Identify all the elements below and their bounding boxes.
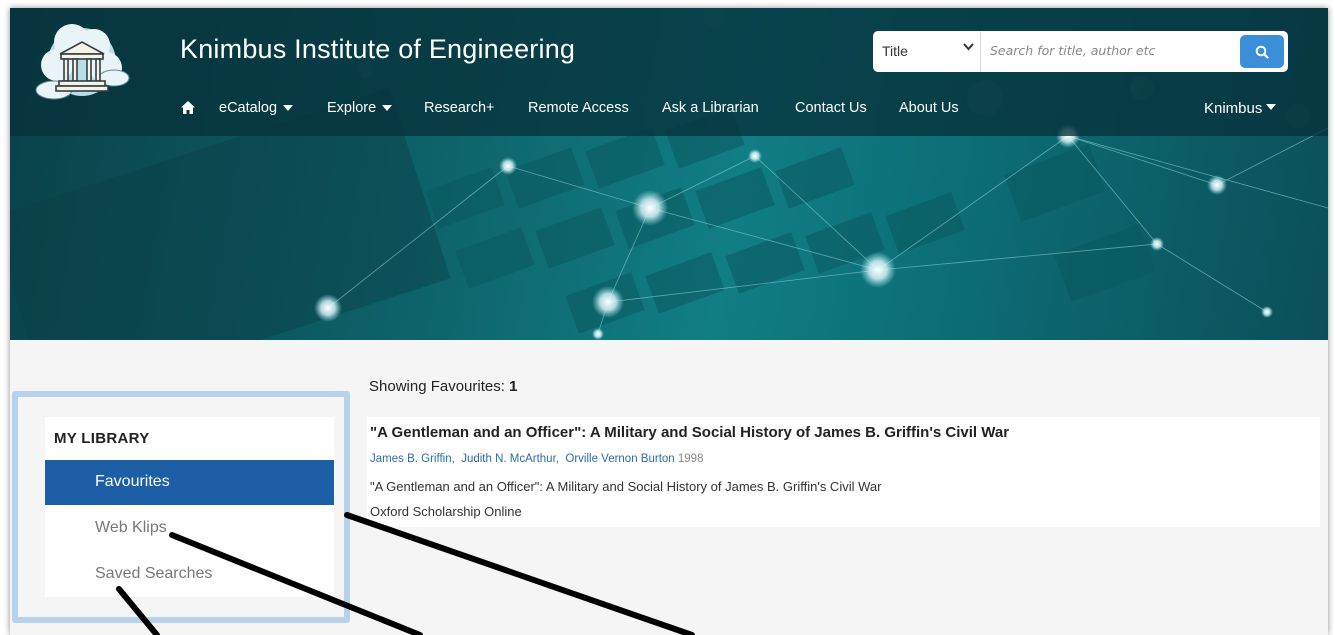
author-link[interactable]: Orville Vernon Burton <box>565 453 674 465</box>
author-separator: , <box>451 453 462 465</box>
nav-contact-us[interactable]: Contact Us <box>795 100 867 116</box>
home-icon[interactable] <box>181 101 195 118</box>
user-menu-label: Knimbus <box>1204 100 1263 117</box>
sidebar-item-favourites[interactable]: Favourites <box>45 460 334 505</box>
search-bar: Title Search for title, author etc <box>873 31 1288 72</box>
search-button[interactable] <box>1240 35 1284 68</box>
nav-explore[interactable]: Explore <box>327 100 393 116</box>
sidebar-item-web-klips[interactable]: Web Klips <box>45 506 334 551</box>
author-link[interactable]: James B. Griffin <box>370 453 452 465</box>
result-title[interactable]: "A Gentleman and an Officer": A Military… <box>370 424 1009 441</box>
nav-explore-label: Explore <box>327 100 377 116</box>
navbar <box>10 8 1328 136</box>
header-banner: Knimbus Institute of Engineering Title S… <box>10 8 1328 340</box>
nav-research-plus[interactable]: Research+ <box>424 100 495 116</box>
result-year: 1998 <box>677 453 704 465</box>
search-field-select[interactable]: Title <box>873 31 981 72</box>
results-count-value: 1 <box>509 378 518 395</box>
sidebar-item-label: Web Klips <box>95 519 167 536</box>
sidebar-item-saved-searches[interactable]: Saved Searches <box>45 552 334 597</box>
result-description: "A Gentleman and an Officer": A Military… <box>370 479 882 494</box>
my-library-sidebar: MY LIBRARY Favourites Web Klips Saved Se… <box>45 417 334 597</box>
caret-down-icon <box>283 105 294 112</box>
sidebar-heading: MY LIBRARY <box>54 430 150 447</box>
nav-ecatalog-label: eCatalog <box>219 100 278 116</box>
sidebar-item-label: Saved Searches <box>95 565 213 582</box>
search-input[interactable]: Search for title, author etc <box>990 43 1155 58</box>
author-separator: , <box>555 453 566 465</box>
caret-down-icon <box>382 105 393 112</box>
results-count-label: Showing Favourites: <box>369 378 505 395</box>
nav-ecatalog[interactable]: eCatalog <box>219 100 294 116</box>
result-card: "A Gentleman and an Officer": A Military… <box>367 417 1320 527</box>
search-icon <box>1255 45 1269 59</box>
page-frame: Knimbus Institute of Engineering Title S… <box>10 8 1328 635</box>
author-link[interactable]: Judith N. McArthur <box>461 453 556 465</box>
nav-ask-a-librarian[interactable]: Ask a Librarian <box>662 100 759 116</box>
sidebar-item-label: Favourites <box>95 473 170 490</box>
nav-about-us[interactable]: About Us <box>899 100 959 116</box>
nav-remote-access[interactable]: Remote Access <box>528 100 629 116</box>
search-field-value: Title <box>882 43 908 59</box>
chevron-down-icon <box>963 43 974 54</box>
result-authors: James B. Griffin, Judith N. McArthur, Or… <box>370 453 703 465</box>
institute-logo[interactable] <box>32 20 132 110</box>
user-menu[interactable]: Knimbus <box>1204 100 1277 117</box>
caret-down-icon <box>1266 104 1277 111</box>
result-source: Oxford Scholarship Online <box>370 504 522 519</box>
site-title[interactable]: Knimbus Institute of Engineering <box>180 34 575 65</box>
results-count: Showing Favourites: 1 <box>369 378 517 395</box>
